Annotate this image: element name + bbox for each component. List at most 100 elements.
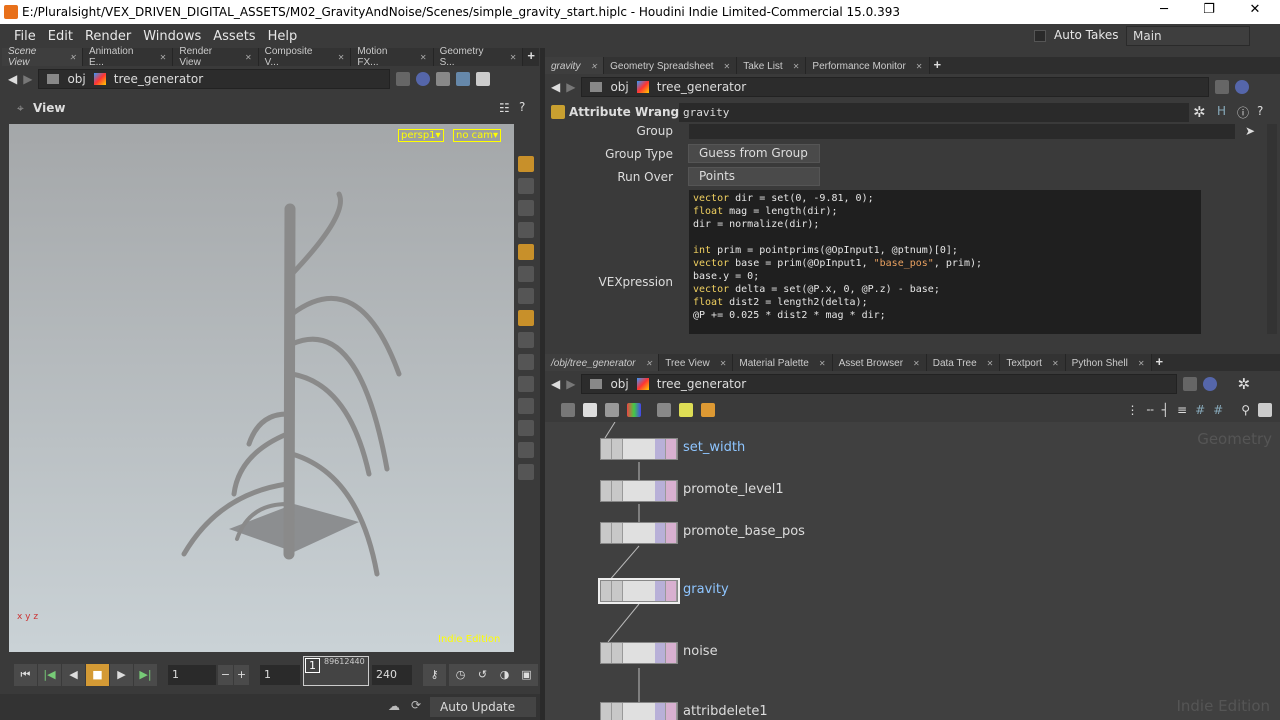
path-breadcrumb[interactable]: obj tree_generator [581,77,1210,97]
snap-icon[interactable]: ┤ [1162,403,1169,417]
node-noise[interactable] [600,642,678,664]
group-field[interactable] [689,124,1235,139]
tab-asset-browser[interactable]: Asset Browser ✕ [832,354,927,372]
node-label[interactable]: attribdelete1 [683,704,768,719]
node-gravity[interactable] [598,578,680,604]
back-icon[interactable]: ◀ [551,80,560,94]
pin-icon[interactable] [1215,80,1230,94]
path-breadcrumb[interactable]: obj tree_generator [38,69,391,89]
update-mode-select[interactable]: Auto Update [430,697,536,717]
grid-icon[interactable]: # [1195,403,1205,417]
uv-icon[interactable] [518,420,534,436]
timeline-ruler[interactable]: 1 89612440 [303,656,369,686]
realtime-icon[interactable]: ◷ [449,664,472,686]
tab-network-path[interactable]: /obj/tree_generator ✕ [545,354,660,372]
jump-start-button[interactable]: ⏮ [14,664,37,686]
close-tab-icon[interactable]: ✕ [1138,359,1145,368]
houdini-help-icon[interactable]: H [1217,104,1226,118]
auto-takes-checkbox[interactable] [1034,30,1046,42]
path-node[interactable]: tree_generator [114,72,203,86]
handle-icon[interactable] [518,288,534,304]
add-tab-icon[interactable]: + [930,57,946,75]
path-node[interactable]: tree_generator [657,377,746,391]
tab-textport[interactable]: Textport ✕ [1000,354,1066,372]
parameter-icon[interactable] [605,403,619,417]
edge-icon[interactable] [518,376,534,392]
tab-take-list[interactable]: Take List ✕ [737,57,807,75]
link-icon[interactable] [416,72,431,86]
view-menu-icon[interactable]: ⌖ [17,101,24,116]
node-label[interactable]: gravity [683,582,729,597]
help-icon[interactable]: ? [519,100,525,114]
pin-icon[interactable] [396,72,411,86]
select-tool-icon[interactable] [518,156,534,172]
tab-tree-view[interactable]: Tree View ✕ [659,354,734,372]
help-icon[interactable]: ? [1257,104,1263,118]
viewer-options-icon[interactable]: ☷ [499,101,510,115]
close-tab-icon[interactable]: ✕ [1052,359,1059,368]
lock-icon[interactable] [518,178,534,194]
menu-help[interactable]: Help [262,29,304,44]
ghost-icon[interactable] [518,222,534,238]
close-tab-icon[interactable]: ✕ [916,62,923,71]
select-arrow-icon[interactable]: ➤ [1245,124,1255,138]
list-icon[interactable] [583,403,597,417]
sticky-note-icon[interactable] [679,403,693,417]
node-label[interactable]: set_width [683,440,745,455]
display-options-icon[interactable] [436,72,451,86]
path-breadcrumb[interactable]: obj tree_generator [581,374,1178,394]
frame-decrement-button[interactable]: − [218,665,233,685]
desktop-select[interactable]: Main [1126,26,1250,46]
param-scrollbar[interactable] [1267,124,1277,334]
snap-icon[interactable] [518,200,534,216]
node-label[interactable]: noise [683,644,718,659]
close-tab-icon[interactable]: ✕ [420,53,427,62]
menu-file[interactable]: File [8,29,42,44]
tab-animation-editor[interactable]: Animation E... ✕ [82,46,174,68]
play-button[interactable]: ▶ [110,664,133,686]
node-name-field[interactable]: gravity [679,103,1189,122]
menu-assets[interactable]: Assets [207,29,261,44]
node-label[interactable]: promote_level1 [683,482,784,497]
restore-button[interactable]: ❐ [1199,2,1219,17]
network-box-icon[interactable] [657,403,671,417]
jump-end-button[interactable]: ▶| [134,664,157,686]
frame-increment-button[interactable]: + [234,665,249,685]
link-icon[interactable] [1235,80,1250,94]
keys-icon[interactable]: ⚷ [423,664,446,686]
back-icon[interactable]: ◀ [551,377,560,391]
close-button[interactable]: ✕ [1245,2,1265,17]
tab-motion-fx[interactable]: Motion FX... ✕ [351,46,434,68]
add-tab-icon[interactable]: + [523,48,539,66]
node-promote-level1[interactable] [600,480,678,502]
forward-icon[interactable]: ▶ [566,80,575,94]
close-tab-icon[interactable]: ✕ [646,359,653,368]
current-frame-field[interactable]: 1 [168,665,216,685]
tab-composite-view[interactable]: Composite V... ✕ [258,46,352,68]
subnet-icon[interactable] [701,403,715,417]
path-obj[interactable]: obj [67,72,85,86]
minimize-button[interactable]: ─ [1154,2,1174,17]
tab-geometry-spreadsheet[interactable]: Geometry Spreadsheet ✕ [604,57,738,75]
tab-render-view[interactable]: Render View ✕ [173,46,259,68]
audio-icon[interactable]: ◑ [493,664,516,686]
tab-performance-monitor[interactable]: Performance Monitor ✕ [806,57,930,75]
point-icon[interactable] [518,354,534,370]
group-type-menu[interactable]: Guess from Group [688,144,820,163]
loop-icon[interactable]: ↺ [471,664,494,686]
node-attribdelete1[interactable] [600,702,678,720]
start-frame-field[interactable]: 1 [260,665,300,685]
stop-button[interactable]: ■ [86,664,109,686]
3d-viewport[interactable]: persp1▾ no cam▾ x y z Indie Edition [9,124,514,652]
close-tab-icon[interactable]: ✕ [724,62,731,71]
step-back-key-button[interactable]: |◀ [38,664,61,686]
tab-scene-view[interactable]: Scene View ✕ [2,46,83,68]
viewport-layout-icon[interactable] [476,72,491,86]
grid-points-icon[interactable]: # [1213,403,1223,417]
align-icon[interactable]: ╌ [1147,403,1154,417]
close-tab-icon[interactable]: ✕ [160,53,167,62]
layout-icon[interactable]: ⋮ [1127,403,1139,417]
search-icon[interactable]: ⚲ [1241,403,1250,417]
text-icon[interactable] [518,464,534,480]
pin-icon[interactable] [1183,377,1198,391]
